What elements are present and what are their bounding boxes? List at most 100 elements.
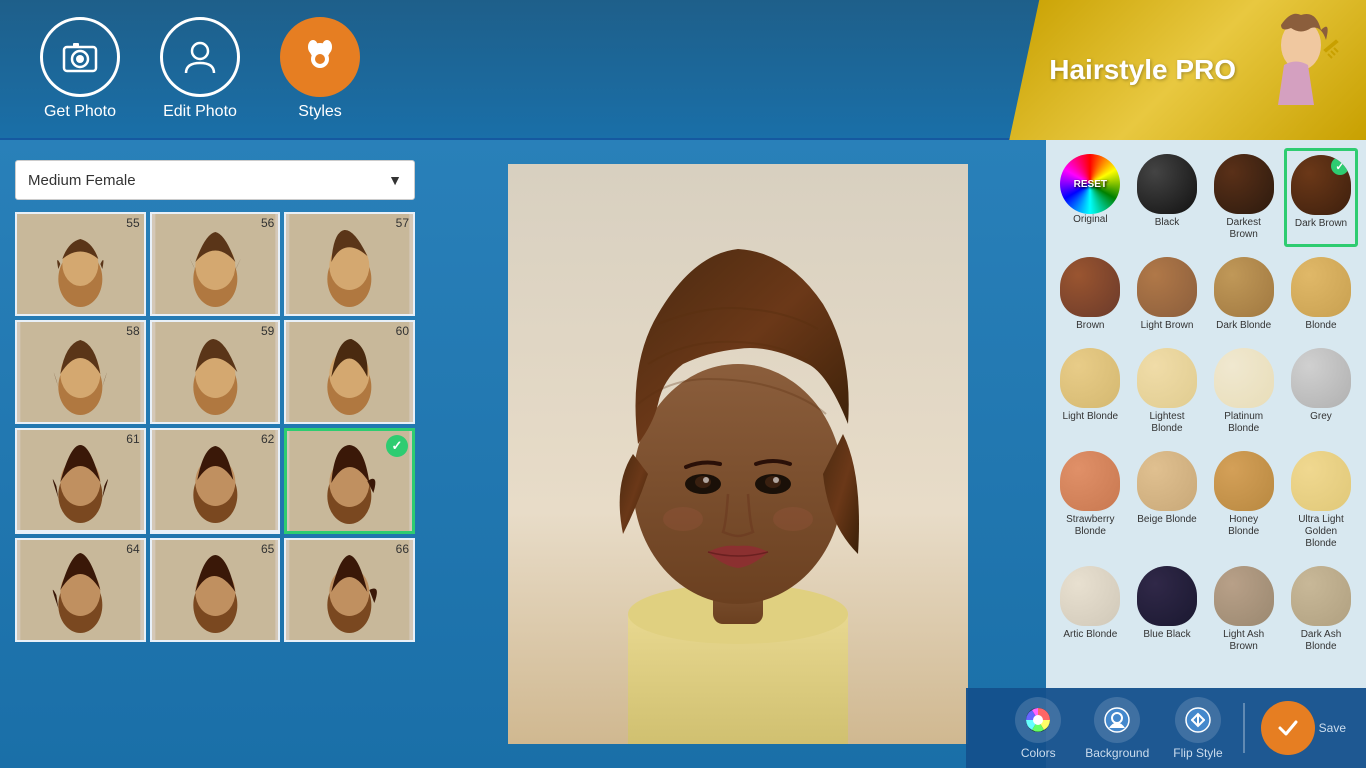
- style-category-dropdown[interactable]: Medium Female ▼: [15, 160, 415, 200]
- lightest-blonde-swatch: [1137, 348, 1197, 408]
- style-item[interactable]: 55: [15, 212, 146, 316]
- brand-logo: Hairstyle PRO: [1009, 0, 1366, 140]
- style-item[interactable]: 57: [284, 212, 415, 316]
- color-label: Light Ash Brown: [1213, 629, 1274, 653]
- style-item[interactable]: 56: [150, 212, 281, 316]
- styles-icon: [280, 17, 360, 97]
- color-item-lightest-blonde[interactable]: Lightest Blonde: [1131, 342, 1204, 441]
- brown-swatch: [1060, 257, 1120, 317]
- color-label: Darkest Brown: [1213, 217, 1274, 241]
- color-label: Honey Blonde: [1213, 514, 1274, 538]
- color-label: Original: [1073, 214, 1107, 226]
- color-label: Grey: [1310, 411, 1332, 423]
- light-brown-swatch: [1137, 257, 1197, 317]
- edit-photo-label: Edit Photo: [163, 103, 237, 121]
- color-item-dark-brown[interactable]: ✓ Dark Brown: [1284, 148, 1358, 247]
- color-item-original[interactable]: RESET Original: [1054, 148, 1127, 247]
- style-number: 56: [261, 216, 274, 230]
- nav-get-photo[interactable]: Get Photo: [40, 17, 120, 121]
- style-item[interactable]: 62: [150, 428, 281, 534]
- color-item-blue-black[interactable]: Blue Black: [1131, 560, 1204, 659]
- style-number: 66: [396, 542, 409, 556]
- color-item-strawberry-blonde[interactable]: Strawberry Blonde: [1054, 445, 1127, 556]
- style-item[interactable]: 61: [15, 428, 146, 534]
- color-item-darkest-brown[interactable]: Darkest Brown: [1207, 148, 1280, 247]
- edit-photo-icon: [160, 17, 240, 97]
- color-item-light-ash-brown[interactable]: Light Ash Brown: [1207, 560, 1280, 659]
- color-label: Blonde: [1305, 320, 1336, 332]
- grey-swatch: [1291, 348, 1351, 408]
- colors-button[interactable]: Colors: [1015, 697, 1061, 760]
- style-item[interactable]: 58: [15, 320, 146, 424]
- style-item[interactable]: 59: [150, 320, 281, 424]
- color-item-light-brown[interactable]: Light Brown: [1131, 251, 1204, 338]
- dropdown-chevron-icon: ▼: [388, 172, 402, 188]
- color-label: Light Blonde: [1063, 411, 1119, 423]
- beige-blonde-swatch: [1137, 451, 1197, 511]
- dark-brown-swatch: ✓: [1291, 155, 1351, 215]
- style-number: 64: [126, 542, 139, 556]
- color-label: Beige Blonde: [1137, 514, 1197, 526]
- get-photo-label: Get Photo: [44, 103, 116, 121]
- brand-illustration: [1246, 10, 1346, 130]
- background-label: Background: [1085, 746, 1149, 760]
- reset-swatch: RESET: [1060, 154, 1120, 214]
- color-item-dark-blonde[interactable]: Dark Blonde: [1207, 251, 1280, 338]
- light-ash-brown-swatch: [1214, 566, 1274, 626]
- save-button[interactable]: [1261, 701, 1315, 755]
- selected-check-icon: ✓: [386, 435, 408, 457]
- style-grid: 55 56: [15, 212, 415, 642]
- color-item-platinum-blonde[interactable]: Platinum Blonde: [1207, 342, 1280, 441]
- preview-panel: [430, 140, 1046, 768]
- color-label: Light Brown: [1141, 320, 1194, 332]
- strawberry-blonde-swatch: [1060, 451, 1120, 511]
- color-item-beige-blonde[interactable]: Beige Blonde: [1131, 445, 1204, 556]
- background-button[interactable]: Background: [1085, 697, 1149, 760]
- color-item-light-blonde[interactable]: Light Blonde: [1054, 342, 1127, 441]
- flip-style-button[interactable]: Flip Style: [1173, 697, 1222, 760]
- color-label: Lightest Blonde: [1137, 411, 1198, 435]
- color-item-grey[interactable]: Grey: [1284, 342, 1358, 441]
- save-label: Save: [1319, 721, 1346, 735]
- dark-ash-blonde-swatch: [1291, 566, 1351, 626]
- dark-blonde-swatch: [1214, 257, 1274, 317]
- color-grid: RESET Original Black Darkest Brown ✓ Dar…: [1054, 148, 1358, 659]
- bottom-toolbar: Colors Background Flip Style Save: [966, 688, 1366, 768]
- color-label: Artic Blonde: [1063, 629, 1117, 641]
- color-label: Platinum Blonde: [1213, 411, 1274, 435]
- color-item-dark-ash-blonde[interactable]: Dark Ash Blonde: [1284, 560, 1358, 659]
- style-item-selected[interactable]: ✓: [284, 428, 415, 534]
- style-item[interactable]: 60: [284, 320, 415, 424]
- blue-black-swatch: [1137, 566, 1197, 626]
- black-swatch: [1137, 154, 1197, 214]
- color-label: Dark Brown: [1295, 218, 1347, 230]
- color-label: Dark Ash Blonde: [1290, 629, 1352, 653]
- style-item[interactable]: 66: [284, 538, 415, 642]
- flip-style-label: Flip Style: [1173, 746, 1222, 760]
- person-preview: [508, 164, 968, 744]
- color-item-ultra-light-golden-blonde[interactable]: Ultra Light Golden Blonde: [1284, 445, 1358, 556]
- brand-title: Hairstyle PRO: [1049, 54, 1236, 86]
- dropdown-value: Medium Female: [28, 172, 136, 189]
- platinum-blonde-swatch: [1214, 348, 1274, 408]
- color-label: Strawberry Blonde: [1060, 514, 1121, 538]
- color-panel: RESET Original Black Darkest Brown ✓ Dar…: [1046, 140, 1366, 768]
- color-label: Blue Black: [1143, 629, 1190, 641]
- header: Get Photo Edit Photo Styles Hairstyle PR…: [0, 0, 1366, 140]
- colors-icon: [1015, 697, 1061, 743]
- color-label: Brown: [1076, 320, 1104, 332]
- style-item[interactable]: 65: [150, 538, 281, 642]
- get-photo-icon: [40, 17, 120, 97]
- nav-edit-photo[interactable]: Edit Photo: [160, 17, 240, 121]
- style-item[interactable]: 64: [15, 538, 146, 642]
- style-number: 57: [396, 216, 409, 230]
- background-icon: [1094, 697, 1140, 743]
- color-item-blonde[interactable]: Blonde: [1284, 251, 1358, 338]
- color-item-black[interactable]: Black: [1131, 148, 1204, 247]
- styles-label: Styles: [298, 103, 342, 121]
- color-item-brown[interactable]: Brown: [1054, 251, 1127, 338]
- color-item-artic-blonde[interactable]: Artic Blonde: [1054, 560, 1127, 659]
- color-item-honey-blonde[interactable]: Honey Blonde: [1207, 445, 1280, 556]
- nav-styles[interactable]: Styles: [280, 17, 360, 121]
- style-number: 58: [126, 324, 139, 338]
